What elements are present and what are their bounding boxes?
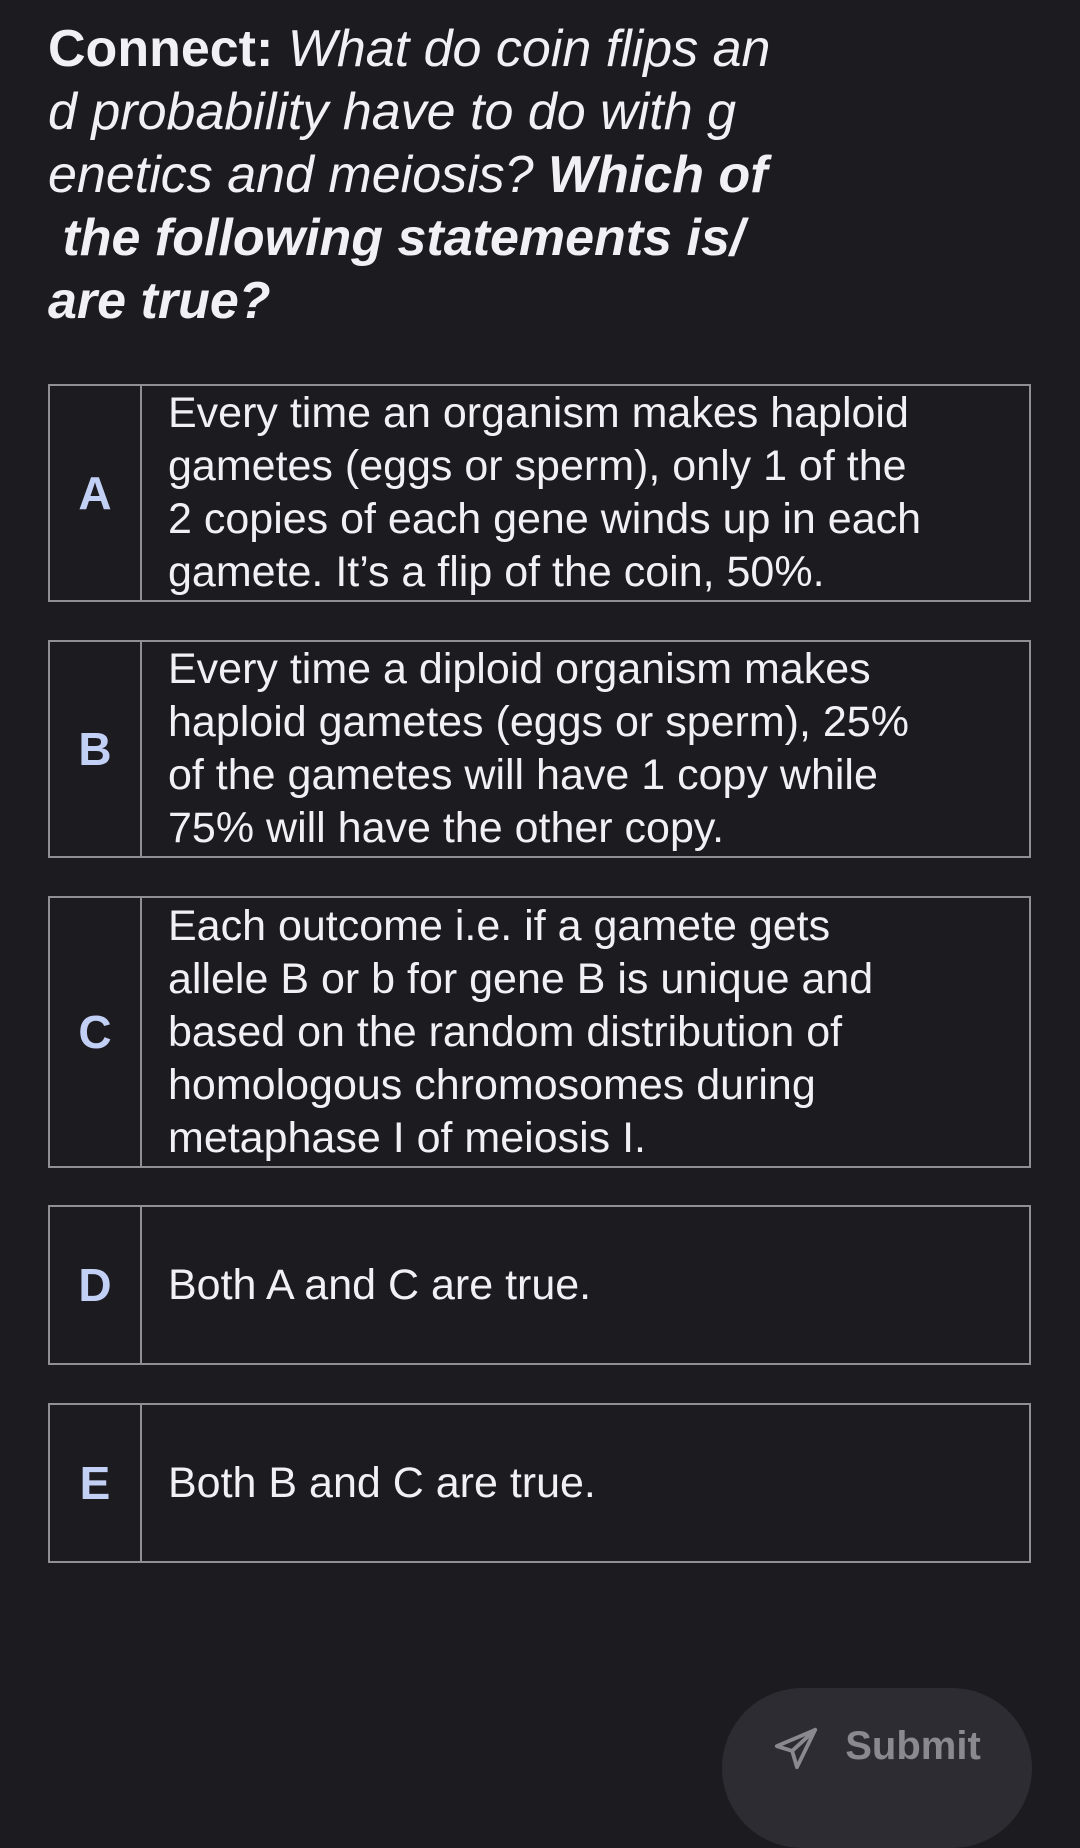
option-text: Each outcome i.e. if a gamete gets allel… <box>168 901 874 1162</box>
option-letter: C <box>50 898 142 1166</box>
option-text: Both B and C are true. <box>168 1458 596 1507</box>
answer-option-d[interactable]: D Both A and C are true. <box>48 1205 1031 1365</box>
question-label: Connect: <box>48 20 274 78</box>
option-text: Every time a diploid organism makes hapl… <box>168 645 909 852</box>
answer-option-b[interactable]: B Every time a diploid organism makes ha… <box>48 640 1031 858</box>
send-icon <box>775 1727 818 1770</box>
question-text: Connect: What do coin flips an d probabi… <box>48 18 848 333</box>
answer-option-c[interactable]: C Each outcome i.e. if a gamete gets all… <box>48 896 1031 1168</box>
option-letter: D <box>50 1207 142 1363</box>
option-text: Both A and C are true. <box>168 1260 592 1309</box>
option-text: Every time an organism makes haploid gam… <box>168 389 922 596</box>
option-letter: B <box>50 642 142 856</box>
answer-option-a[interactable]: A Every time an organism makes haploid g… <box>48 384 1031 602</box>
option-letter: E <box>50 1405 142 1561</box>
submit-button[interactable]: Submit <box>722 1688 1032 1848</box>
submit-label: Submit <box>845 1724 981 1768</box>
answer-option-e[interactable]: E Both B and C are true. <box>48 1403 1031 1563</box>
option-letter: A <box>50 386 142 600</box>
